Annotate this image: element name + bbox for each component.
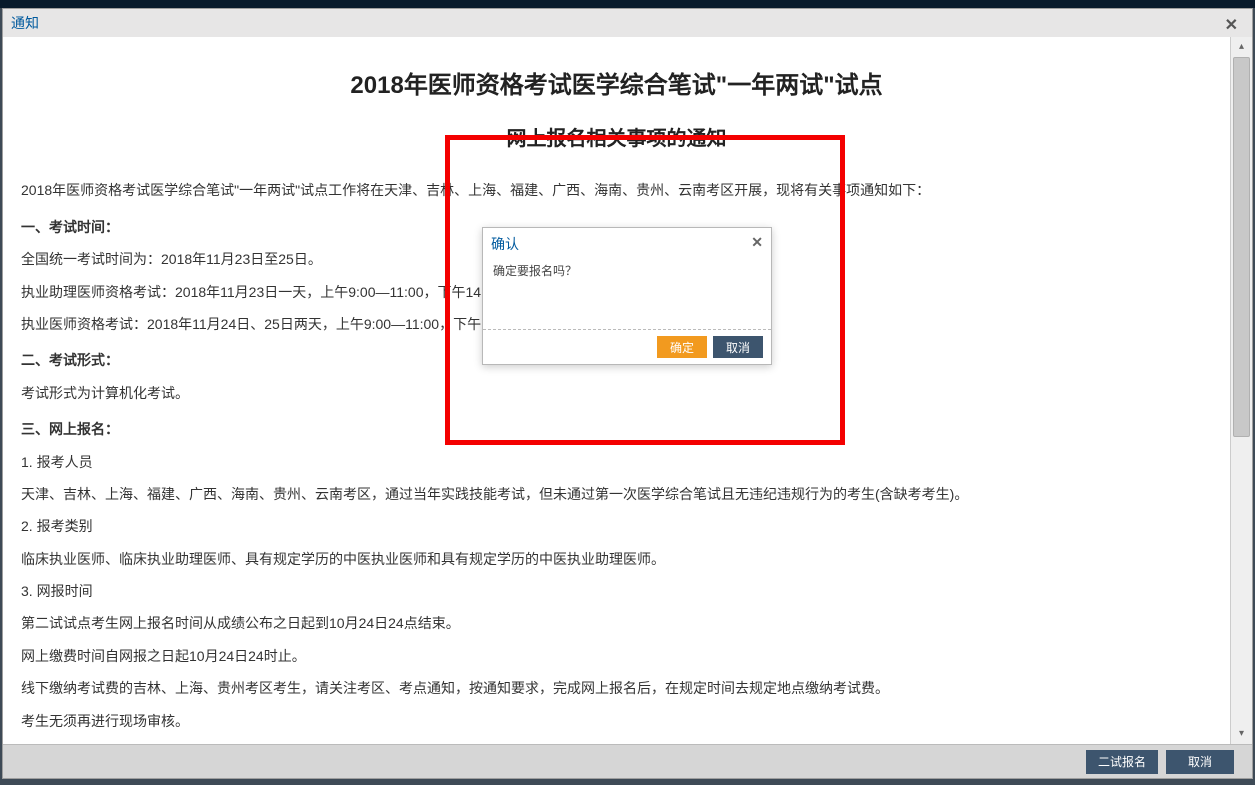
dialog-body: 确定要报名吗？	[483, 258, 771, 329]
section-3-p5: 3. 网报时间	[21, 580, 1212, 602]
scroll-up-icon[interactable]: ▴	[1231, 37, 1252, 57]
dialog-footer: 确定 取消	[483, 329, 771, 364]
window-top-strip	[0, 0, 1255, 8]
content-title-2: 网上报名相关事项的通知	[21, 123, 1212, 155]
confirm-dialog: 确认 ✕ 确定要报名吗？ 确定 取消	[482, 227, 772, 365]
notice-panel: 通知 ✕ 2018年医师资格考试医学综合笔试"一年两试"试点 网上报名相关事项的…	[2, 8, 1253, 779]
section-3-p2: 天津、吉林、上海、福建、广西、海南、贵州、云南考区，通过当年实践技能考试，但未通…	[21, 483, 1212, 505]
panel-title: 通知	[3, 9, 1252, 33]
content-title-1: 2018年医师资格考试医学综合笔试"一年两试"试点	[21, 67, 1212, 105]
section-3-p8: 线下缴纳考试费的吉林、上海、贵州考区考生，请关注考区、考点通知，按通知要求，完成…	[21, 677, 1212, 699]
panel-body-wrap: 2018年医师资格考试医学综合笔试"一年两试"试点 网上报名相关事项的通知 20…	[3, 37, 1252, 744]
dialog-cancel-button[interactable]: 取消	[713, 336, 763, 358]
cancel-button[interactable]: 取消	[1166, 750, 1234, 774]
section-3-p4: 临床执业医师、临床执业助理医师、具有规定学历的中医执业医师和具有规定学历的中医执…	[21, 548, 1212, 570]
section-3-p3: 2. 报考类别	[21, 515, 1212, 537]
panel-body: 2018年医师资格考试医学综合笔试"一年两试"试点 网上报名相关事项的通知 20…	[3, 37, 1230, 744]
dialog-title: 确认	[483, 228, 771, 258]
section-3-head: 三、网上报名：	[21, 418, 1212, 440]
vertical-scrollbar[interactable]: ▴ ▾	[1230, 37, 1252, 744]
scroll-down-icon[interactable]: ▾	[1231, 724, 1252, 744]
section-3-p7: 网上缴费时间自网报之日起10月24日24时止。	[21, 645, 1212, 667]
panel-footer: 二试报名 取消	[3, 744, 1252, 778]
scroll-thumb[interactable]	[1233, 57, 1250, 437]
dialog-ok-button[interactable]: 确定	[657, 336, 707, 358]
section-3-p9: 考生无须再进行现场审核。	[21, 710, 1212, 732]
section-3-p1: 1. 报考人员	[21, 451, 1212, 473]
section-2-p1: 考试形式为计算机化考试。	[21, 382, 1212, 404]
close-icon[interactable]: ✕	[1225, 15, 1238, 35]
content-intro: 2018年医师资格考试医学综合笔试"一年两试"试点工作将在天津、吉林、上海、福建…	[21, 179, 1212, 201]
register-button[interactable]: 二试报名	[1086, 750, 1158, 774]
section-3-p6: 第二试试点考生网上报名时间从成绩公布之日起到10月24日24点结束。	[21, 612, 1212, 634]
dialog-close-icon[interactable]: ✕	[751, 234, 763, 251]
